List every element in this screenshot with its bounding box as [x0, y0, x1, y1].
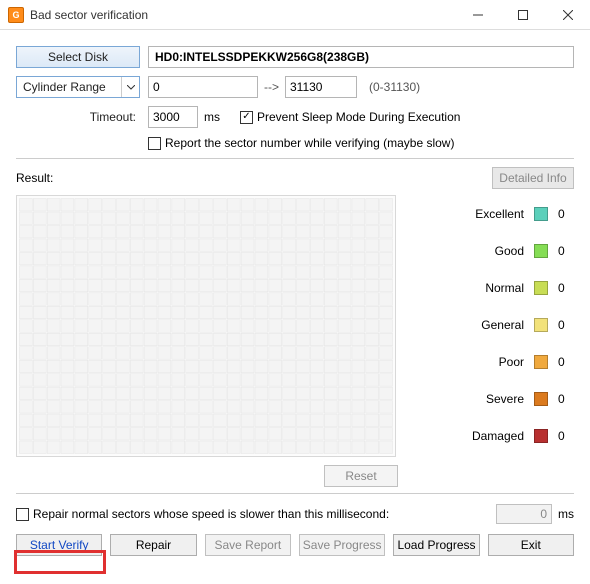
- legend-count: 0: [558, 355, 574, 369]
- minimize-button[interactable]: [455, 0, 500, 29]
- load-progress-button[interactable]: Load Progress: [393, 534, 479, 556]
- legend: Excellent0Good0Normal0General0Poor0Sever…: [396, 195, 574, 457]
- separator-2: [16, 493, 574, 494]
- legend-label: Damaged: [472, 429, 524, 443]
- detailed-info-button[interactable]: Detailed Info: [492, 167, 574, 189]
- save-report-button[interactable]: Save Report: [205, 534, 291, 556]
- prevent-sleep-label: Prevent Sleep Mode During Execution: [257, 110, 460, 124]
- window-title: Bad sector verification: [30, 8, 455, 22]
- close-button[interactable]: [545, 0, 590, 29]
- chevron-down-icon: [121, 77, 139, 97]
- reset-button[interactable]: Reset: [324, 465, 398, 487]
- repair-slow-checkbox[interactable]: [16, 508, 29, 521]
- legend-count: 0: [558, 392, 574, 406]
- range-mode-dropdown[interactable]: Cylinder Range: [16, 76, 140, 98]
- range-mode-value: Cylinder Range: [23, 80, 106, 94]
- app-icon: G: [8, 7, 24, 23]
- start-verify-button[interactable]: Start Verify: [16, 534, 102, 556]
- legend-swatch: [534, 355, 548, 369]
- report-sector-checkbox[interactable]: [148, 137, 161, 150]
- report-sector-label: Report the sector number while verifying…: [165, 136, 454, 150]
- sector-grid: [16, 195, 396, 457]
- legend-swatch: [534, 392, 548, 406]
- exit-button[interactable]: Exit: [488, 534, 574, 556]
- legend-label: Excellent: [475, 207, 524, 221]
- save-progress-button[interactable]: Save Progress: [299, 534, 385, 556]
- legend-row-excellent: Excellent 0: [416, 195, 574, 232]
- legend-count: 0: [558, 207, 574, 221]
- legend-count: 0: [558, 429, 574, 443]
- range-end-input[interactable]: 31130: [285, 76, 357, 98]
- separator: [16, 158, 574, 159]
- range-start-input[interactable]: 0: [148, 76, 258, 98]
- legend-count: 0: [558, 244, 574, 258]
- repair-slow-label: Repair normal sectors whose speed is slo…: [33, 507, 389, 521]
- legend-swatch: [534, 429, 548, 443]
- legend-swatch: [534, 318, 548, 332]
- repair-ms-input: 0: [496, 504, 552, 524]
- prevent-sleep-checkbox[interactable]: [240, 111, 253, 124]
- legend-swatch: [534, 281, 548, 295]
- timeout-label: Timeout:: [16, 110, 140, 124]
- select-disk-button[interactable]: Select Disk: [16, 46, 140, 68]
- legend-count: 0: [558, 318, 574, 332]
- legend-swatch: [534, 244, 548, 258]
- window-controls: [455, 0, 590, 29]
- range-hint-label: (0-31130): [369, 80, 420, 94]
- legend-row-normal: Normal 0: [416, 269, 574, 306]
- maximize-button[interactable]: [500, 0, 545, 29]
- legend-count: 0: [558, 281, 574, 295]
- legend-row-damaged: Damaged 0: [416, 417, 574, 454]
- timeout-input[interactable]: 3000: [148, 106, 198, 128]
- legend-label: Normal: [485, 281, 524, 295]
- legend-row-general: General 0: [416, 306, 574, 343]
- timeout-unit-label: ms: [204, 110, 220, 124]
- selected-disk-field: HD0:INTELSSDPEKKW256G8(238GB): [148, 46, 574, 68]
- titlebar: G Bad sector verification: [0, 0, 590, 30]
- legend-label: Severe: [486, 392, 524, 406]
- legend-row-severe: Severe 0: [416, 380, 574, 417]
- legend-row-good: Good 0: [416, 232, 574, 269]
- repair-button[interactable]: Repair: [110, 534, 196, 556]
- range-arrow-label: -->: [264, 80, 279, 94]
- result-label: Result:: [16, 171, 492, 185]
- legend-label: Poor: [499, 355, 524, 369]
- legend-label: General: [481, 318, 524, 332]
- repair-unit-label: ms: [558, 507, 574, 521]
- legend-row-poor: Poor 0: [416, 343, 574, 380]
- legend-label: Good: [495, 244, 524, 258]
- legend-swatch: [534, 207, 548, 221]
